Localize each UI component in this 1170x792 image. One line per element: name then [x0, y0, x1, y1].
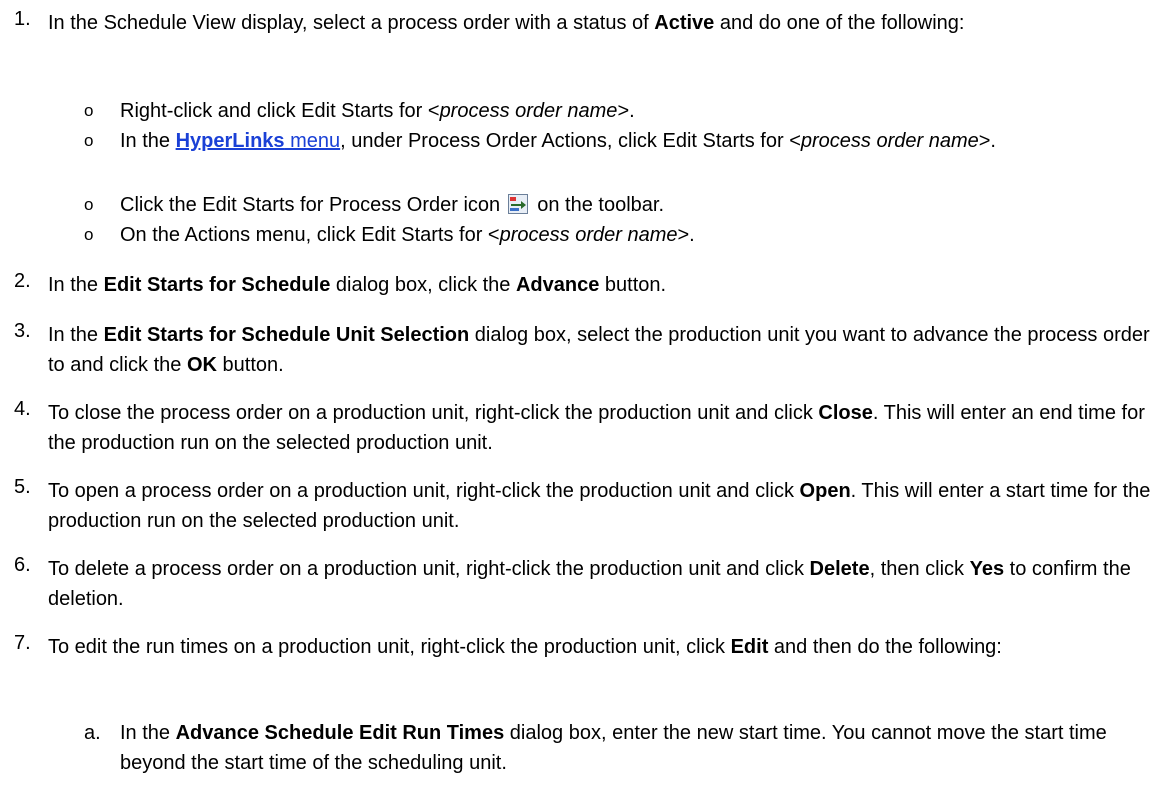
step-6: 6. To delete a process order on a produc… — [14, 554, 1131, 610]
substep-list: a. In the Advance Schedule Edit Run Time… — [0, 718, 1160, 778]
document-page: 1. In the Schedule View display, select … — [0, 0, 1170, 792]
option-item: o Right-click and click Edit Starts for … — [84, 100, 635, 122]
option-item: o Click the Edit Starts for Process Orde… — [84, 193, 665, 216]
step-2: 2. In the Edit Starts for Schedule dialo… — [14, 270, 667, 296]
step-5: 5. To open a process order on a producti… — [14, 476, 1151, 532]
option-list: o Right-click and click Edit Starts for … — [0, 96, 1160, 250]
step-number: 1. — [14, 8, 31, 30]
step-4: 4. To close the process order on a produ… — [14, 398, 1145, 454]
step-1: 1. In the Schedule View display, select … — [0, 8, 1160, 38]
edit-starts-icon — [507, 193, 528, 214]
option-item: o In the HyperLinks menu, under Process … — [84, 130, 996, 152]
option-item: o On the Actions menu, click Edit Starts… — [84, 224, 695, 246]
status-active: Active — [654, 12, 715, 34]
hyperlinks-menu-link[interactable]: HyperLinks menu — [176, 130, 341, 152]
substep-a: a. In the Advance Schedule Edit Run Time… — [84, 722, 1107, 774]
step-3: 3. In the Edit Starts for Schedule Unit … — [14, 320, 1150, 376]
step-7: 7. To edit the run times on a production… — [14, 632, 1002, 658]
step-text: In the Schedule View display, select a p… — [48, 12, 965, 34]
